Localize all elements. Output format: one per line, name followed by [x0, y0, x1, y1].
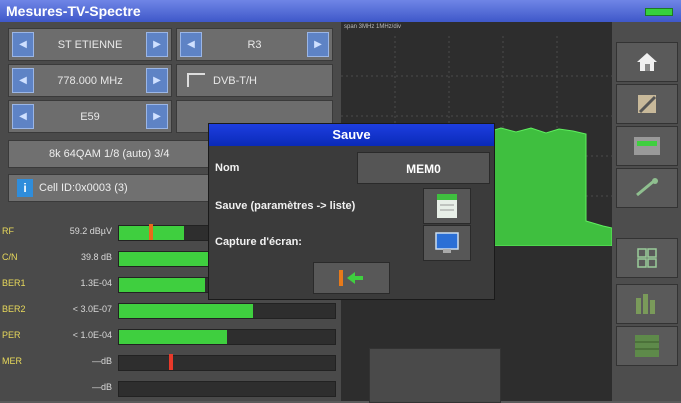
- table-button[interactable]: [616, 326, 678, 366]
- probe-icon: [636, 178, 658, 197]
- measurement-bar: [118, 354, 336, 371]
- antenna-icon: [187, 73, 205, 87]
- prev-arrow-icon[interactable]: ◀: [12, 32, 34, 57]
- antenna-button[interactable]: [616, 168, 678, 208]
- next-arrow-icon[interactable]: ▶: [307, 32, 329, 57]
- grid-button[interactable]: [616, 238, 678, 278]
- table-icon: [635, 335, 659, 357]
- grid-icon: [637, 248, 657, 268]
- measurement-value: < 1.0E-04: [72, 330, 112, 340]
- screen-capture-button[interactable]: [423, 225, 471, 261]
- bars-icon: [636, 294, 655, 314]
- location-label: ST ETIENNE: [57, 38, 123, 51]
- measurement-bar: [118, 381, 336, 397]
- measurement-bar-fill: [119, 252, 217, 266]
- measurement-mode-button[interactable]: [616, 126, 678, 166]
- marker-icon: [149, 224, 153, 240]
- prev-arrow-icon[interactable]: ◀: [12, 104, 34, 129]
- spectrum-trace: [490, 127, 612, 246]
- measurement-bar-fill: [119, 330, 227, 344]
- cell-id-label: Cell ID:0x0003 (3): [39, 182, 128, 194]
- dialog-title: Sauve: [209, 124, 494, 146]
- measurement-row: PER < 1.0E-04: [0, 326, 341, 348]
- prev-arrow-icon[interactable]: ◀: [180, 32, 202, 57]
- name-label: Nom: [215, 162, 240, 174]
- measurement-bar: [118, 303, 336, 319]
- back-arrow-icon: [338, 270, 363, 286]
- measurement-bar-fill: [119, 304, 253, 318]
- info-icon: i: [17, 179, 33, 197]
- standard-label: DVB-T/H: [213, 74, 257, 87]
- measurement-bar: [118, 329, 336, 345]
- measurement-name: RF: [2, 226, 14, 236]
- channel-label: E59: [80, 110, 100, 123]
- measurement-name: MER: [2, 356, 22, 366]
- measurement-name: PER: [2, 330, 21, 340]
- marker-icon: [169, 354, 173, 370]
- capture-label: Capture d'écran:: [215, 236, 302, 248]
- spectrum-lower-box: [369, 348, 501, 403]
- standard-button[interactable]: DVB-T/H: [176, 64, 333, 97]
- transmitter-button[interactable]: ◀ R3 ▶: [176, 28, 333, 61]
- next-arrow-icon[interactable]: ▶: [146, 32, 168, 57]
- save-params-label: Sauve (paramètres -> liste): [215, 200, 356, 212]
- app-title: Mesures-TV-Spectre: [6, 3, 141, 19]
- measurement-name: BER2: [2, 304, 26, 314]
- measurement-name: C/N: [2, 252, 18, 262]
- location-button[interactable]: ◀ ST ETIENNE ▶: [8, 28, 172, 61]
- measurement-value: —dB: [91, 382, 112, 392]
- right-sidebar: [612, 22, 681, 401]
- back-button[interactable]: [313, 262, 390, 294]
- measurement-row: BER2 < 3.0E-07: [0, 300, 341, 322]
- save-params-button[interactable]: [423, 188, 471, 224]
- spectrum-header: span 3MHz 1MHz/div: [344, 24, 402, 30]
- title-bar: Mesures-TV-Spectre: [0, 0, 681, 22]
- screenshot-icon: [435, 232, 459, 253]
- home-icon: [637, 53, 657, 71]
- prev-arrow-icon[interactable]: ◀: [12, 68, 34, 93]
- measurement-name: BER1: [2, 278, 26, 288]
- measurement-bar-fill: [119, 278, 206, 292]
- document-icon: [437, 194, 457, 218]
- measurement-value: 1.3E-04: [80, 278, 112, 288]
- frequency-button[interactable]: ◀ 778.000 MHz ▶: [8, 64, 172, 97]
- measurement-row: —dB: [0, 378, 341, 400]
- save-dialog: Sauve Nom MEM0 Sauve (paramètres -> list…: [208, 123, 495, 300]
- measurement-value: —dB: [91, 356, 112, 366]
- frequency-label: 778.000 MHz: [57, 74, 123, 87]
- measurement-value: 39.8 dB: [80, 252, 112, 262]
- measurement-value: < 3.0E-07: [72, 304, 112, 314]
- tools-icon: [638, 95, 657, 114]
- channel-button[interactable]: ◀ E59 ▶: [8, 100, 172, 133]
- next-arrow-icon[interactable]: ▶: [146, 68, 168, 93]
- battery-icon: [645, 8, 673, 16]
- measurement-value: 59.2 dBµV: [69, 226, 112, 236]
- meter-icon: [634, 137, 660, 155]
- measurement-row: MER —dB: [0, 352, 341, 374]
- next-arrow-icon[interactable]: ▶: [146, 104, 168, 129]
- home-button[interactable]: [616, 42, 678, 82]
- name-field[interactable]: MEM0: [357, 152, 490, 184]
- modulation-label: 8k 64QAM 1/8 (auto) 3/4: [49, 148, 170, 160]
- tools-button[interactable]: [616, 84, 678, 124]
- bars-button[interactable]: [616, 284, 678, 324]
- transmitter-label: R3: [247, 38, 262, 51]
